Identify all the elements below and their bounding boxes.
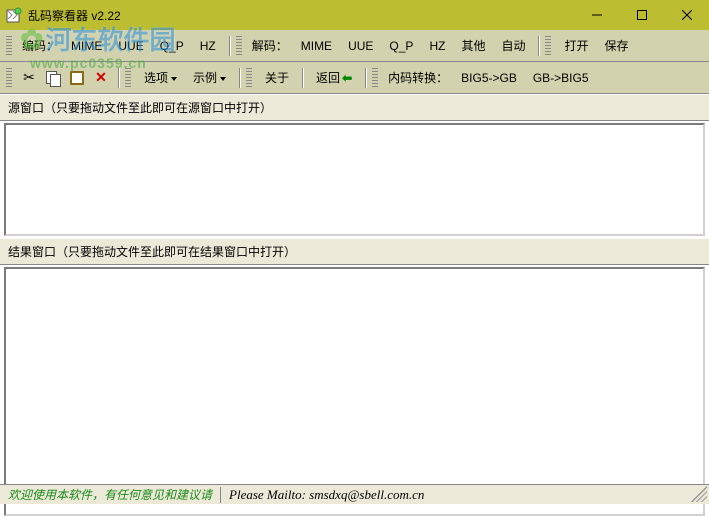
decode-label: 解码： — [248, 37, 292, 54]
result-pane-label: 结果窗口（只要拖动文件至此即可在结果窗口中打开） — [0, 238, 709, 265]
source-pane-label: 源窗口（只要拖动文件至此即可在源窗口中打开） — [0, 94, 709, 121]
about-button[interactable]: 关于 — [258, 66, 296, 89]
separator — [365, 68, 366, 88]
toolbar-grip — [545, 36, 551, 56]
toolbar-grip — [236, 36, 242, 56]
decode-other-button[interactable]: 其他 — [454, 34, 492, 57]
window-controls — [574, 0, 709, 30]
toolbar-edit: 选项 示例 关于 返回⬅ 内码转换： BIG5->GB GB->BIG5 — [0, 62, 709, 94]
maximize-button[interactable] — [619, 0, 664, 30]
result-textarea[interactable] — [6, 269, 703, 511]
status-welcome: 欢迎使用本软件，有任何意见和建议请 — [0, 486, 220, 503]
copy-icon — [46, 71, 60, 85]
paste-icon — [70, 71, 84, 85]
source-textarea[interactable] — [6, 125, 703, 231]
encode-label: 编码： — [18, 37, 62, 54]
codepage-label: 内码转换： — [384, 69, 452, 86]
toolbar-grip — [6, 68, 12, 88]
app-icon — [6, 7, 22, 23]
return-icon: ⬅ — [342, 71, 352, 85]
decode-uue-button[interactable]: UUE — [341, 36, 380, 56]
minimize-button[interactable] — [574, 0, 619, 30]
result-textarea-wrap — [4, 267, 705, 516]
open-button[interactable]: 打开 — [557, 34, 595, 57]
decode-auto-button[interactable]: 自动 — [494, 34, 532, 57]
separator — [538, 36, 539, 56]
toolbar-encode-decode: 编码： MIME UUE Q_P HZ 解码： MIME UUE Q_P HZ … — [0, 30, 709, 62]
return-button[interactable]: 返回⬅ — [309, 66, 359, 89]
resize-grip-icon[interactable] — [691, 486, 707, 502]
copy-button[interactable] — [42, 67, 64, 89]
encode-hz-button[interactable]: HZ — [193, 36, 223, 56]
statusbar: 欢迎使用本软件，有任何意见和建议请 Please Mailto: smsdxq@… — [0, 484, 709, 504]
separator — [229, 36, 230, 56]
window-title: 乱码察看器 v2.22 — [28, 7, 574, 24]
toolbar-grip — [125, 68, 131, 88]
titlebar: 乱码察看器 v2.22 — [0, 0, 709, 30]
status-mailto: Please Mailto: smsdxq@sbell.com.cn — [220, 487, 691, 503]
save-button[interactable]: 保存 — [597, 34, 635, 57]
decode-qp-button[interactable]: Q_P — [382, 36, 420, 56]
source-textarea-wrap — [4, 123, 705, 236]
separator — [118, 68, 119, 88]
toolbar-grip — [6, 36, 12, 56]
encode-mime-button[interactable]: MIME — [64, 36, 109, 56]
cut-button[interactable] — [18, 67, 40, 89]
separator — [302, 68, 303, 88]
examples-dropdown[interactable]: 示例 — [186, 66, 233, 89]
options-dropdown[interactable]: 选项 — [137, 66, 184, 89]
separator — [239, 68, 240, 88]
paste-button[interactable] — [66, 67, 88, 89]
toolbar-grip — [246, 68, 252, 88]
toolbar-grip — [372, 68, 378, 88]
decode-mime-button[interactable]: MIME — [294, 36, 339, 56]
big5-to-gb-button[interactable]: BIG5->GB — [454, 68, 524, 88]
close-button[interactable] — [664, 0, 709, 30]
decode-hz-button[interactable]: HZ — [422, 36, 452, 56]
clear-button[interactable] — [90, 67, 112, 89]
encode-qp-button[interactable]: Q_P — [153, 36, 191, 56]
gb-to-big5-button[interactable]: GB->BIG5 — [526, 68, 596, 88]
encode-uue-button[interactable]: UUE — [111, 36, 150, 56]
